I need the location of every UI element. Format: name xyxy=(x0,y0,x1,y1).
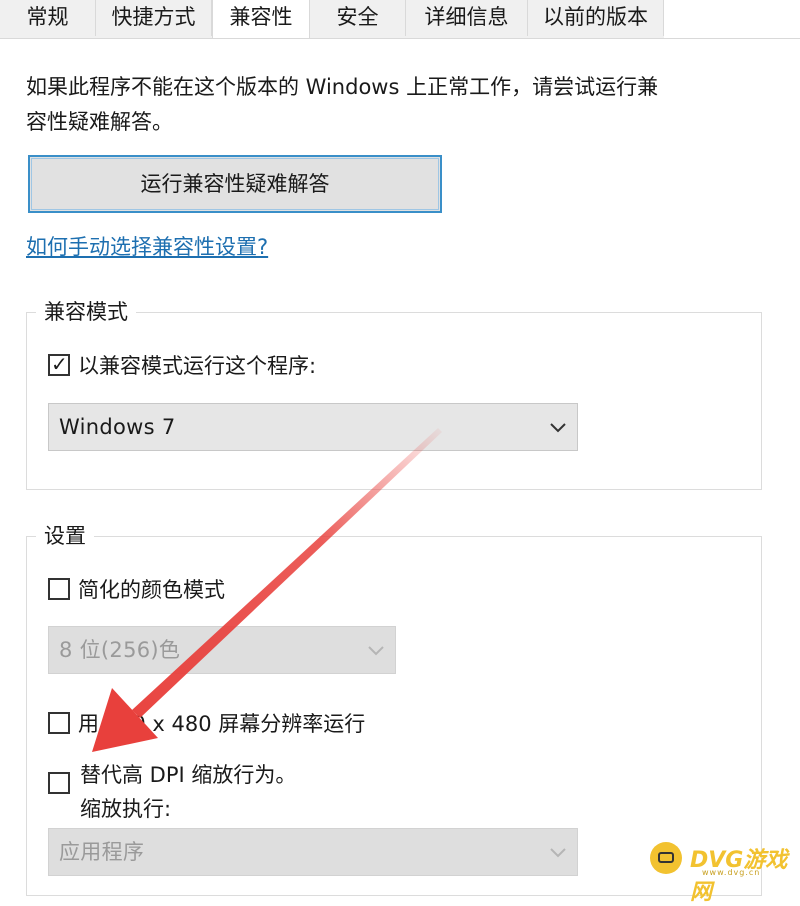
chevron-down-icon xyxy=(550,423,566,433)
reduced-color-row: 简化的颜色模式 xyxy=(48,574,225,604)
resolution-label[interactable]: 用 640 x 480 屏幕分辨率运行 xyxy=(78,708,365,738)
tab-strip: 常规 快捷方式 兼容性 安全 详细信息 以前的版本 xyxy=(0,0,800,39)
tab-compatibility[interactable]: 兼容性 xyxy=(212,0,310,38)
compat-mode-group-label: 兼容模式 xyxy=(36,298,136,326)
dpi-override-row xyxy=(48,772,78,794)
tab-security[interactable]: 安全 xyxy=(310,0,406,36)
color-depth-select: 8 位(256)色 xyxy=(48,626,396,674)
watermark-url: www.dvg.cn xyxy=(702,868,761,877)
tab-general[interactable]: 常规 xyxy=(0,0,96,36)
dpi-override-label[interactable]: 替代高 DPI 缩放行为。 xyxy=(80,758,296,792)
reduced-color-label[interactable]: 简化的颜色模式 xyxy=(78,574,225,604)
os-version-select[interactable]: Windows 7 xyxy=(48,403,578,451)
scaling-select-value: 应用程序 xyxy=(59,840,145,864)
manual-settings-link[interactable]: 如何手动选择兼容性设置? xyxy=(26,231,268,261)
compat-mode-row: ✓ 以兼容模式运行这个程序: xyxy=(48,350,316,380)
intro-line-1: 如果此程序不能在这个版本的 Windows 上正常工作，请尝试运行兼 xyxy=(26,75,659,99)
gamepad-logo-icon xyxy=(650,842,682,874)
chevron-down-icon xyxy=(550,848,566,858)
compat-mode-checkbox[interactable]: ✓ xyxy=(48,352,70,376)
run-troubleshooter-button[interactable]: 运行兼容性疑难解答 xyxy=(28,155,442,213)
settings-group-label: 设置 xyxy=(36,522,94,550)
compat-mode-group xyxy=(26,312,762,490)
compat-mode-checkbox-label[interactable]: 以兼容模式运行这个程序: xyxy=(78,350,316,380)
resolution-row: 用 640 x 480 屏幕分辨率运行 xyxy=(48,708,365,738)
reduced-color-checkbox[interactable] xyxy=(48,578,70,600)
check-icon: ✓ xyxy=(51,352,68,376)
chevron-down-icon xyxy=(368,646,384,656)
dpi-override-text: 替代高 DPI 缩放行为。 缩放执行: xyxy=(80,758,296,826)
tab-details[interactable]: 详细信息 xyxy=(406,0,528,36)
tab-shortcut[interactable]: 快捷方式 xyxy=(96,0,212,36)
resolution-checkbox[interactable] xyxy=(48,712,70,734)
tab-strip-filler xyxy=(664,0,800,38)
scaling-select: 应用程序 xyxy=(48,828,578,876)
color-depth-value: 8 位(256)色 xyxy=(59,638,181,662)
dpi-override-checkbox[interactable] xyxy=(48,772,70,794)
tab-previous-versions[interactable]: 以前的版本 xyxy=(528,0,664,36)
intro-line-2: 容性疑难解答。 xyxy=(26,110,173,134)
os-version-value: Windows 7 xyxy=(59,415,176,439)
watermark: DVG游戏网 www.dvg.cn xyxy=(650,838,800,905)
scaling-performed-label: 缩放执行: xyxy=(80,797,172,821)
intro-text: 如果此程序不能在这个版本的 Windows 上正常工作，请尝试运行兼 容性疑难解… xyxy=(26,70,766,140)
